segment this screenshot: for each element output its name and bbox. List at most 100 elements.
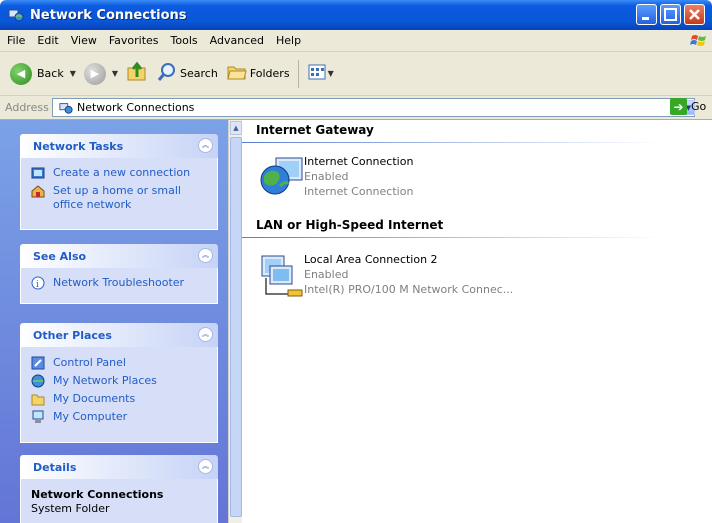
search-button[interactable]: Search	[152, 58, 222, 90]
see-also-header[interactable]: See Also ︽	[20, 244, 218, 268]
network-tasks-header[interactable]: Network Tasks ︽	[20, 134, 218, 158]
menu-edit[interactable]: Edit	[31, 34, 64, 47]
group-header: LAN or High-Speed Internet	[242, 218, 712, 238]
connection-status: Enabled	[304, 170, 349, 183]
menu-advanced[interactable]: Advanced	[204, 34, 270, 47]
network-tasks-panel: Network Tasks ︽ Create a new connection …	[20, 134, 218, 230]
place-control-panel[interactable]: Control Panel	[31, 356, 207, 370]
place-label: My Computer	[53, 410, 128, 423]
go-button[interactable]: ➔ Go	[670, 98, 706, 115]
collapse-chevron-icon[interactable]: ︽	[198, 459, 213, 474]
network-places-icon	[31, 374, 45, 388]
other-places-title: Other Places	[33, 328, 112, 342]
group-divider	[242, 237, 662, 238]
views-icon	[307, 62, 327, 85]
network-tasks-body: Create a new connection Set up a home or…	[20, 158, 218, 230]
address-bar: Address Network Connections ▼ ➔ Go	[0, 96, 712, 120]
new-connection-icon	[31, 166, 45, 180]
go-label: Go	[691, 100, 707, 113]
up-folder-icon	[126, 61, 148, 86]
menu-help[interactable]: Help	[270, 34, 307, 47]
connection-name: Local Area Connection 2	[304, 253, 438, 266]
views-button[interactable]: ▼	[303, 58, 338, 90]
internet-connection-icon	[258, 154, 304, 200]
network-tasks-title: Network Tasks	[33, 139, 124, 153]
other-places-panel: Other Places ︽ Control Panel My Network …	[20, 323, 218, 443]
collapse-chevron-icon[interactable]: ︽	[198, 327, 213, 342]
menu-tools[interactable]: Tools	[165, 34, 204, 47]
task-pane: Network Tasks ︽ Create a new connection …	[0, 120, 228, 523]
collapse-chevron-icon[interactable]: ︽	[198, 138, 213, 153]
back-button[interactable]: ◀ Back ▼	[0, 58, 80, 90]
toolbar: ◀ Back ▼ ▶ ▼ Search Folders ▼	[0, 52, 712, 96]
see-also-body: i Network Troubleshooter	[20, 268, 218, 304]
search-icon	[156, 61, 178, 86]
troubleshooter-icon: i	[31, 276, 45, 290]
documents-folder-icon	[31, 392, 45, 406]
other-places-header[interactable]: Other Places ︽	[20, 323, 218, 347]
group-title: Internet Gateway	[256, 123, 374, 137]
folders-button[interactable]: Folders	[222, 58, 294, 90]
details-title: Details	[33, 460, 77, 474]
forward-dropdown-icon[interactable]: ▼	[112, 69, 118, 78]
see-also-title: See Also	[33, 249, 87, 263]
windows-logo-icon	[690, 33, 708, 49]
scroll-thumb[interactable]	[230, 137, 242, 517]
task-network-troubleshooter[interactable]: i Network Troubleshooter	[31, 276, 207, 290]
connection-status: Enabled	[304, 268, 349, 281]
folders-icon	[226, 61, 248, 86]
views-dropdown-icon[interactable]: ▼	[328, 69, 334, 78]
home-network-icon	[31, 184, 45, 198]
details-name: Network Connections	[31, 488, 164, 501]
details-panel: Details ︽ Network Connections System Fol…	[20, 455, 218, 523]
control-panel-icon	[31, 356, 45, 370]
place-label: My Documents	[53, 392, 136, 405]
group-header: Internet Gateway	[242, 123, 712, 143]
task-pane-scrollbar[interactable]: ▲	[228, 120, 242, 523]
menu-view[interactable]: View	[65, 34, 103, 47]
details-body: Network Connections System Folder	[20, 479, 218, 523]
back-dropdown-icon[interactable]: ▼	[70, 69, 76, 78]
menu-file[interactable]: File	[0, 34, 31, 47]
collapse-chevron-icon[interactable]: ︽	[198, 248, 213, 263]
lan-connection-icon	[258, 252, 304, 298]
menu-bar: File Edit View Favorites Tools Advanced …	[0, 30, 712, 52]
scroll-up-icon[interactable]: ▲	[230, 121, 242, 135]
title-bar[interactable]: Network Connections	[0, 0, 712, 30]
address-value: Network Connections	[77, 101, 195, 114]
connection-text: Local Area Connection 2 Enabled Intel(R)…	[304, 252, 513, 298]
close-button[interactable]	[684, 4, 705, 25]
details-header[interactable]: Details ︽	[20, 455, 218, 479]
place-my-computer[interactable]: My Computer	[31, 410, 207, 424]
forward-button[interactable]: ▶ ▼	[80, 58, 122, 90]
computer-icon	[31, 410, 45, 424]
task-label: Network Troubleshooter	[53, 276, 185, 289]
up-folder-button[interactable]	[122, 58, 152, 90]
place-label: Control Panel	[53, 356, 126, 369]
task-label: Create a new connection	[53, 166, 191, 179]
connection-device: Intel(R) PRO/100 M Network Connec...	[304, 283, 514, 296]
details-type: System Folder	[31, 502, 110, 515]
toolbar-separator	[297, 59, 299, 88]
connection-item[interactable]: Internet Connection Enabled Internet Con…	[258, 154, 413, 200]
task-create-new-connection[interactable]: Create a new connection	[31, 166, 207, 180]
see-also-panel: See Also ︽ i Network Troubleshooter	[20, 244, 218, 304]
address-field[interactable]: Network Connections ▼	[52, 98, 695, 117]
connection-device: Internet Connection	[304, 185, 414, 198]
connection-item[interactable]: Local Area Connection 2 Enabled Intel(R)…	[258, 252, 513, 298]
place-my-documents[interactable]: My Documents	[31, 392, 207, 406]
network-connections-icon	[59, 101, 73, 115]
forward-arrow-icon: ▶	[83, 62, 106, 85]
back-arrow-icon: ◀	[10, 62, 32, 85]
task-setup-home-network[interactable]: Set up a home or small office network	[31, 184, 207, 212]
folders-label: Folders	[249, 67, 290, 80]
minimize-button[interactable]	[636, 4, 657, 25]
place-my-network-places[interactable]: My Network Places	[31, 374, 207, 388]
place-label: My Network Places	[53, 374, 157, 387]
address-label: Address	[5, 101, 49, 114]
task-label: Set up a home or small office network	[53, 184, 181, 211]
maximize-button[interactable]	[660, 4, 681, 25]
group-divider	[242, 142, 662, 143]
menu-favorites[interactable]: Favorites	[103, 34, 165, 47]
search-label: Search	[180, 67, 218, 80]
